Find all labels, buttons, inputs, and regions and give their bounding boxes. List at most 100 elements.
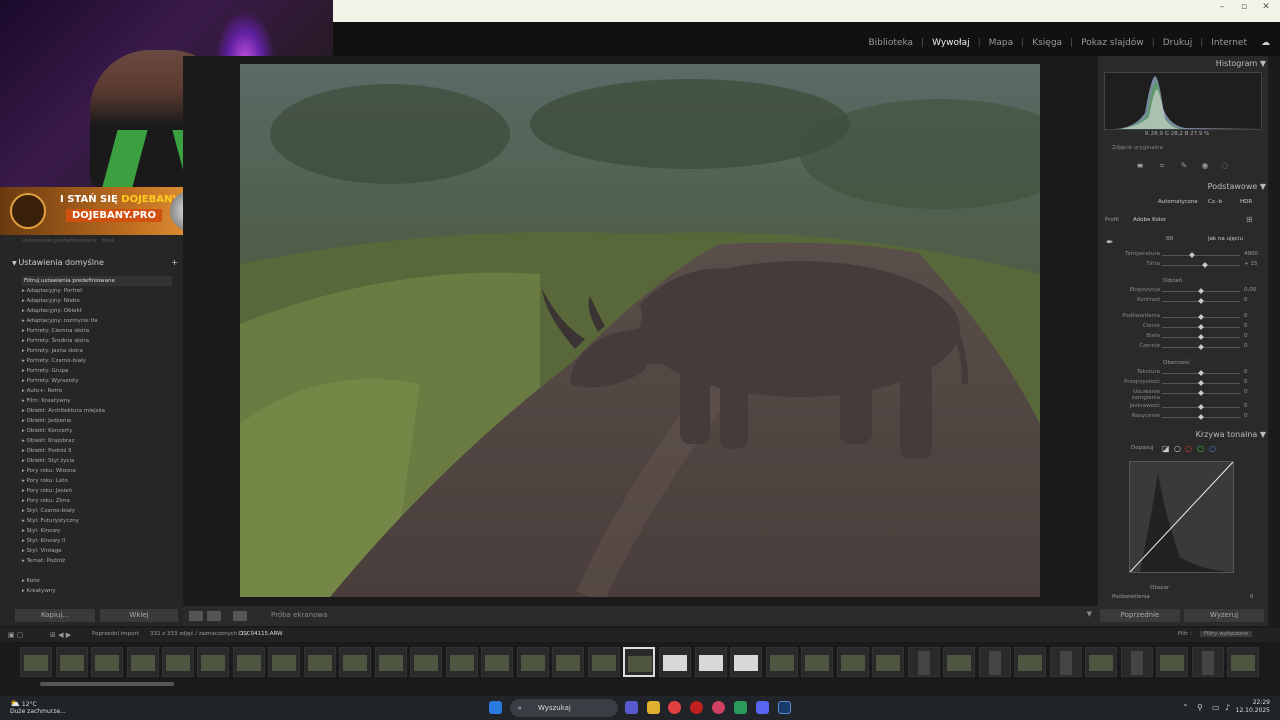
preset-item[interactable]: ▸ Portrety: Czarno-biały <box>22 356 172 366</box>
preset-item[interactable]: ▸ Portrety: Jasna skóra <box>22 346 172 356</box>
thumbnail[interactable] <box>837 647 869 677</box>
windows-start-icon[interactable] <box>489 701 502 714</box>
reset-button[interactable]: Wyzeruj <box>1184 609 1264 622</box>
preset-item[interactable]: ▸ Obiekt: Krajobraz <box>22 436 172 446</box>
current-filename[interactable]: DSC04115.ARW <box>239 631 283 637</box>
copilot-icon[interactable] <box>625 701 638 714</box>
preset-item[interactable]: ▸ Film: Kreatywny <box>22 396 172 406</box>
thumbnail[interactable] <box>304 647 336 677</box>
preset-item[interactable]: ▸ Adaptacyjny: rozmycie tła <box>22 316 172 326</box>
preset-item[interactable]: ▸ Adaptacyjny: Portret <box>22 286 172 296</box>
excel-icon[interactable] <box>734 701 747 714</box>
masking-icon[interactable]: ◌ <box>1220 161 1230 171</box>
slider-value[interactable]: 0 <box>1244 323 1248 329</box>
thumbnail[interactable] <box>908 647 940 677</box>
slider-track[interactable] <box>1162 370 1240 376</box>
thumbnail[interactable] <box>197 647 229 677</box>
toolbar-dropdown-icon[interactable]: ▼ <box>1087 610 1092 618</box>
before-after-icon[interactable] <box>207 611 221 621</box>
thumbnail[interactable] <box>872 647 904 677</box>
thumbnail[interactable] <box>1121 647 1153 677</box>
thumbnail[interactable] <box>410 647 442 677</box>
slider-value[interactable]: 0 <box>1244 403 1248 409</box>
preset-item[interactable]: ▸ Pory roku: Jesień <box>22 486 172 496</box>
chrome-icon[interactable] <box>668 701 681 714</box>
minimize-button[interactable]: – <box>1212 2 1232 12</box>
preset-item[interactable]: ▸ Obiekt: Architektura miejska <box>22 406 172 416</box>
app-icon[interactable] <box>712 701 725 714</box>
slider-value[interactable]: 0 <box>1244 413 1248 419</box>
thumbnail[interactable] <box>801 647 833 677</box>
thumbnail[interactable] <box>1192 647 1224 677</box>
sliders-icon[interactable]: ≡ <box>1135 161 1145 171</box>
thumbnail[interactable] <box>695 647 727 677</box>
healing-icon[interactable]: ✎ <box>1179 161 1189 171</box>
preset-item[interactable]: ▸ Portrety: Wyrazisty <box>22 376 172 386</box>
module-pokaz-slajdow[interactable]: Pokaz slajdów <box>1079 38 1146 48</box>
red-channel-icon[interactable]: ○ <box>1185 444 1192 453</box>
module-biblioteka[interactable]: Biblioteka <box>867 38 916 48</box>
paste-button[interactable]: Wklej <box>100 609 178 622</box>
slider-value[interactable]: 0 <box>1244 343 1248 349</box>
close-button[interactable]: ✕ <box>1256 2 1276 12</box>
slider-track[interactable] <box>1162 288 1240 294</box>
original-photo-toggle[interactable]: Zdjęcie oryginalne <box>1112 145 1163 151</box>
preset-item[interactable]: ▸ Portrety: Grupa <box>22 366 172 376</box>
taskbar-search[interactable]: ⌕ Wyszukaj <box>510 699 618 717</box>
preset-item[interactable]: ▸ Pory roku: Lato <box>22 476 172 486</box>
green-channel-icon[interactable]: ○ <box>1197 444 1204 453</box>
slider-value[interactable]: 0 <box>1244 379 1248 385</box>
discord-icon[interactable] <box>756 701 769 714</box>
main-photo[interactable] <box>240 64 1040 597</box>
module-wywolaj[interactable]: Wywołaj <box>930 38 972 48</box>
preset-item[interactable]: ▸ Obiekt: Podróż II <box>22 446 172 456</box>
copy-button[interactable]: Kopiuj... <box>15 609 95 622</box>
preset-item[interactable]: ▸ Pory roku: Zima <box>22 496 172 506</box>
slider-value[interactable]: 0 <box>1244 369 1248 375</box>
slider-track[interactable] <box>1162 404 1240 410</box>
tone-curve-graph[interactable] <box>1129 461 1234 573</box>
module-internet[interactable]: Internet <box>1209 38 1249 48</box>
thumbnail[interactable] <box>162 647 194 677</box>
thumbnail[interactable] <box>1085 647 1117 677</box>
thumbnail[interactable] <box>375 647 407 677</box>
weather-widget[interactable]: ⛅ 12°C Duże zachmurze... <box>10 700 66 716</box>
compare-view-icon[interactable] <box>233 611 247 621</box>
point-curve-icon[interactable]: ○ <box>1174 444 1181 453</box>
presets-section-header[interactable]: ▼ Ustawienia domyślne + <box>12 258 182 272</box>
thumbnail[interactable] <box>1050 647 1082 677</box>
preset-item[interactable]: ▸ Obiekt: Jedzenie <box>22 416 172 426</box>
thumbnail[interactable] <box>517 647 549 677</box>
histogram-header[interactable]: Histogram ▼ <box>1216 59 1266 68</box>
slider-track[interactable] <box>1162 252 1240 258</box>
slider-value[interactable]: 0 <box>1244 389 1248 395</box>
thumbnail[interactable] <box>268 647 300 677</box>
crop-icon[interactable]: ⌗ <box>1157 161 1167 171</box>
preset-item[interactable]: ▸ Adaptacyjny: Obiekt <box>22 306 172 316</box>
slider-value[interactable]: + 15 <box>1244 261 1257 267</box>
slider-track[interactable] <box>1162 414 1240 420</box>
network-icon[interactable]: ▭ <box>1212 703 1220 712</box>
thumbnail-selected[interactable] <box>623 647 655 677</box>
filter-select[interactable]: Filtry wyłączone <box>1200 631 1253 637</box>
previous-button[interactable]: Poprzednie <box>1100 609 1180 622</box>
parametric-curve-icon[interactable]: ◪ <box>1162 444 1170 453</box>
slider-track[interactable] <box>1162 344 1240 350</box>
slider-value[interactable]: 0 <box>1244 297 1248 303</box>
filmstrip-scrollbar[interactable] <box>40 682 174 686</box>
redeye-icon[interactable]: ◉ <box>1200 161 1210 171</box>
filter-presets-item[interactable]: Filtruj ustawienia predefiniowane <box>22 276 172 286</box>
add-preset-button[interactable]: + <box>171 258 178 267</box>
slider-value[interactable]: 4900 <box>1244 251 1258 257</box>
profile-browser-icon[interactable]: ⊞ <box>1246 215 1253 224</box>
thumbnail[interactable] <box>552 647 584 677</box>
slider-track[interactable] <box>1162 380 1240 386</box>
opera-icon[interactable] <box>690 701 703 714</box>
slider-value[interactable]: 0 <box>1244 313 1248 319</box>
thumbnail[interactable] <box>1227 647 1259 677</box>
thumbnail[interactable] <box>339 647 371 677</box>
second-window-icon[interactable]: ▣ ▢ <box>8 631 23 639</box>
preset-group-item[interactable]: ▸ Kolor <box>22 576 172 586</box>
thumbnail[interactable] <box>588 647 620 677</box>
preset-item[interactable]: ▸ Obiekt: Koncerty <box>22 426 172 436</box>
